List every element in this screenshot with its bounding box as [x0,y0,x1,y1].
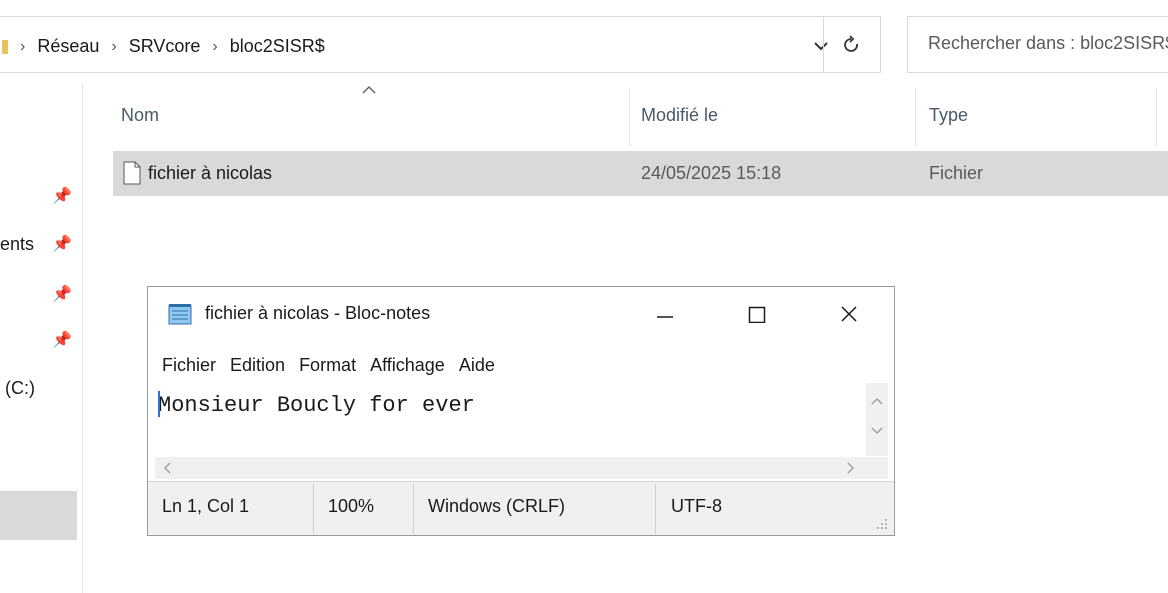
column-header-modified[interactable]: Modifié le [641,105,718,126]
notepad-status-bar: Ln 1, Col 1 100% Windows (CRLF) UTF-8 [148,481,894,535]
nav-item-documents[interactable]: ents [0,234,34,255]
search-input[interactable] [908,17,1168,70]
nav-item-selected[interactable] [0,491,77,540]
status-position: Ln 1, Col 1 [162,496,250,516]
breadcrumb-item-reseau[interactable]: Réseau [37,36,99,57]
breadcrumb-separator-icon: › [111,37,117,55]
refresh-button[interactable] [823,16,881,73]
status-divider [413,484,414,534]
notepad-icon [168,304,192,325]
notepad-menu-bar: Fichier Edition Format Affichage Aide [162,355,509,376]
file-modified: 24/05/2025 15:18 [641,163,782,183]
notepad-content[interactable]: Monsieur Boucly for ever [158,393,475,418]
scroll-right-icon[interactable] [847,462,855,474]
status-zoom: 100% [328,496,375,516]
navigation-pane-divider[interactable] [82,84,83,593]
menu-item-edition[interactable]: Edition [230,355,285,376]
notepad-title: fichier à nicolas - Bloc-notes [205,303,431,323]
scroll-down-icon[interactable] [871,427,883,435]
menu-item-fichier[interactable]: Fichier [162,355,216,376]
column-header-name[interactable]: Nom [121,105,159,126]
file-name[interactable]: fichier à nicolas [148,151,272,196]
pin-icon: 📌 [52,236,72,253]
breadcrumb-separator-icon: › [20,37,26,55]
breadcrumb-separator-icon: › [212,37,218,55]
nav-item-drive-c[interactable]: (C:) [5,378,35,399]
breadcrumb-item-srvcore[interactable]: SRVcore [129,36,201,57]
folder-icon [2,39,8,54]
minimize-icon [657,316,673,318]
sort-ascending-icon [362,85,376,94]
text-caret [158,391,160,417]
refresh-icon [844,34,858,52]
maximize-icon [748,306,766,323]
breadcrumb-item-bloc2sisr[interactable]: bloc2SISR$ [230,36,325,57]
close-icon [841,306,857,322]
resize-grip-icon[interactable] [874,516,888,530]
search-box[interactable] [907,16,1168,73]
breadcrumb: › Réseau › SRVcore › bloc2SISR$ [0,18,325,75]
notepad-title-bar[interactable]: fichier à nicolas - Bloc-notes [148,287,894,337]
scrollbar-corner [866,457,888,479]
horizontal-scrollbar[interactable] [155,457,866,479]
status-encoding: UTF-8 [671,496,722,516]
status-divider [313,484,314,534]
menu-item-aide[interactable]: Aide [459,355,495,376]
file-type: Fichier [929,163,984,183]
column-header-type[interactable]: Type [929,105,968,126]
notepad-window[interactable]: fichier à nicolas - Bloc-notes Fichier E… [147,286,895,536]
notepad-text-area[interactable]: Monsieur Boucly for ever [155,383,866,456]
vertical-scrollbar[interactable] [866,383,888,456]
pin-icon: 📌 [52,332,72,349]
column-divider[interactable] [1156,88,1157,146]
close-button[interactable] [826,295,872,333]
scroll-left-icon[interactable] [163,462,171,474]
status-line-ending: Windows (CRLF) [428,496,566,516]
file-icon [123,161,141,185]
minimize-button[interactable] [642,295,688,333]
column-divider[interactable] [915,88,916,146]
status-divider [655,484,656,534]
scroll-up-icon[interactable] [871,397,883,405]
menu-item-format[interactable]: Format [299,355,356,376]
column-divider[interactable] [629,88,630,146]
pin-icon: 📌 [52,286,72,303]
pin-icon: 📌 [52,188,72,205]
maximize-button[interactable] [734,295,780,333]
menu-item-affichage[interactable]: Affichage [370,355,445,376]
